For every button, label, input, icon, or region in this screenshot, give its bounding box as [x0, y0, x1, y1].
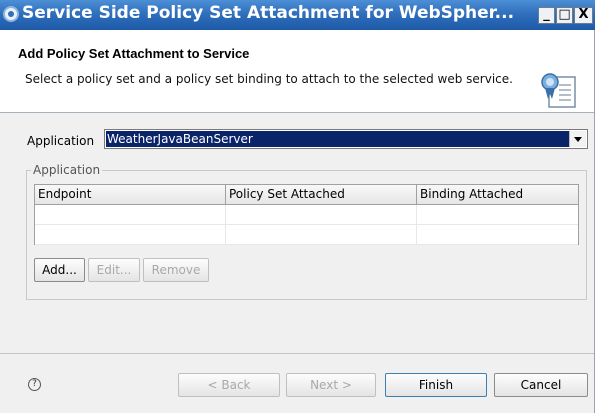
table-cell [35, 205, 226, 224]
wizard-footer: ? < Back Next > Finish Cancel [0, 354, 594, 413]
dialog-window: Service Side Policy Set Attachment for W… [0, 0, 595, 413]
wizard-header: Add Policy Set Attachment to Service Sel… [0, 30, 594, 112]
app-icon [3, 6, 19, 22]
maximize-button[interactable]: □ [556, 7, 573, 24]
close-button[interactable]: X [574, 7, 593, 24]
wizard-body: Application WeatherJavaBeanServer Applic… [0, 113, 594, 363]
table-header: Endpoint Policy Set Attached Binding Att… [35, 185, 578, 205]
minimize-button[interactable]: _ [538, 7, 555, 24]
chevron-down-icon[interactable] [569, 131, 586, 147]
next-button[interactable]: Next > [286, 373, 376, 397]
application-select-value: WeatherJavaBeanServer [106, 131, 569, 147]
table-cell [417, 225, 578, 244]
finish-button[interactable]: Finish [385, 373, 487, 397]
table-cell [417, 205, 578, 224]
help-icon[interactable]: ? [28, 378, 41, 391]
table-cell [226, 225, 417, 244]
certificate-icon [541, 73, 576, 108]
application-label: Application [27, 134, 95, 148]
back-button[interactable]: < Back [178, 373, 280, 397]
group-label: Application [31, 163, 103, 177]
application-group: Application Endpoint Policy Set Attached… [26, 163, 587, 300]
window-title: Service Side Policy Set Attachment for W… [22, 3, 515, 23]
remove-button[interactable]: Remove [143, 258, 209, 282]
column-header-endpoint[interactable]: Endpoint [35, 185, 226, 204]
application-select[interactable]: WeatherJavaBeanServer [104, 129, 588, 149]
table-cell [35, 225, 226, 244]
table-row[interactable] [35, 205, 578, 225]
page-title: Add Policy Set Attachment to Service [18, 46, 250, 61]
title-bar[interactable]: Service Side Policy Set Attachment for W… [0, 0, 595, 30]
edit-button[interactable]: Edit... [88, 258, 140, 282]
table-cell [226, 205, 417, 224]
add-button[interactable]: Add... [34, 258, 85, 282]
cancel-button[interactable]: Cancel [494, 373, 588, 397]
column-header-binding[interactable]: Binding Attached [417, 185, 578, 204]
attachment-table[interactable]: Endpoint Policy Set Attached Binding Att… [34, 184, 579, 245]
table-row[interactable] [35, 225, 578, 245]
page-description: Select a policy set and a policy set bin… [25, 72, 513, 86]
column-header-policy-set[interactable]: Policy Set Attached [226, 185, 417, 204]
